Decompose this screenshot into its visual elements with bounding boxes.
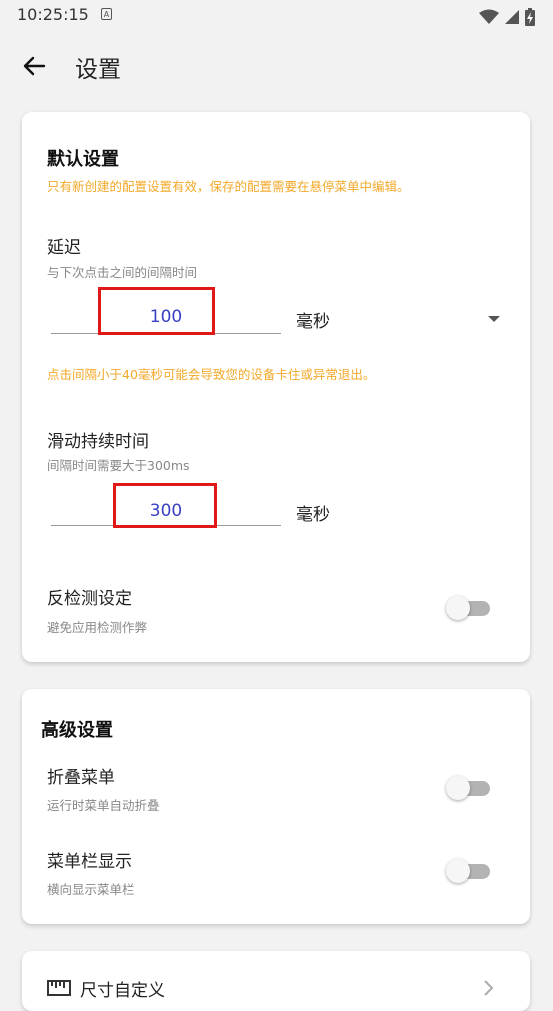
menu-bar-display-toggle[interactable] (446, 858, 494, 884)
default-settings-note: 只有新创建的配置设置有效，保存的配置需要在悬停菜单中编辑。 (47, 179, 410, 194)
page-title: 设置 (75, 57, 121, 83)
default-settings-title: 默认设置 (47, 149, 119, 170)
status-bar: 10:25:15 A (0, 0, 553, 30)
delay-input[interactable]: 100 (51, 287, 281, 335)
wifi-icon (478, 9, 499, 24)
toggle-thumb (446, 859, 470, 883)
collapse-menu-toggle[interactable] (446, 775, 494, 801)
app-bar: 设置 (0, 40, 553, 90)
size-custom-card[interactable]: 尺寸自定义 (22, 951, 530, 1011)
advanced-settings-card: 高级设置 折叠菜单 运行时菜单自动折叠 菜单栏显示 横向显示菜单栏 (22, 689, 530, 924)
advanced-settings-title: 高级设置 (41, 720, 113, 741)
anti-detection-toggle[interactable] (446, 595, 494, 621)
delay-description: 与下次点击之间的间隔时间 (47, 265, 198, 280)
swipe-duration-label: 滑动持续时间 (47, 432, 149, 452)
battery-charging-icon (525, 7, 535, 26)
status-icons (478, 6, 535, 26)
swipe-duration-description: 间隔时间需要大于300ms (47, 458, 190, 473)
default-settings-card: 默认设置 只有新创建的配置设置有效，保存的配置需要在悬停菜单中编辑。 延迟 与下… (22, 112, 530, 662)
ruler-icon (47, 980, 71, 996)
anti-detection-label: 反检测设定 (47, 589, 132, 609)
menu-bar-display-description: 横向显示菜单栏 (47, 882, 135, 897)
toggle-thumb (446, 596, 470, 620)
delay-label: 延迟 (47, 238, 81, 258)
collapse-menu-description: 运行时菜单自动折叠 (47, 798, 160, 813)
delay-highlight-box (98, 287, 215, 335)
delay-unit: 毫秒 (296, 312, 330, 332)
swipe-duration-highlight-box (113, 483, 217, 528)
size-custom-label: 尺寸自定义 (80, 981, 165, 1001)
unit-dropdown-arrow-icon[interactable] (488, 316, 500, 322)
chevron-right-icon (484, 980, 494, 996)
collapse-menu-label: 折叠菜单 (47, 768, 115, 788)
notification-badge-icon: A (101, 8, 112, 20)
back-arrow-icon[interactable] (20, 52, 48, 80)
swipe-duration-input[interactable]: 300 (51, 483, 281, 528)
swipe-duration-unit: 毫秒 (296, 505, 330, 525)
anti-detection-description: 避免应用检测作弊 (47, 620, 148, 635)
status-time: 10:25:15 (17, 5, 89, 24)
signal-icon (504, 9, 519, 24)
toggle-thumb (446, 776, 470, 800)
menu-bar-display-label: 菜单栏显示 (47, 852, 132, 872)
delay-warning: 点击间隔小于40毫秒可能会导致您的设备卡住或异常退出。 (47, 367, 376, 382)
